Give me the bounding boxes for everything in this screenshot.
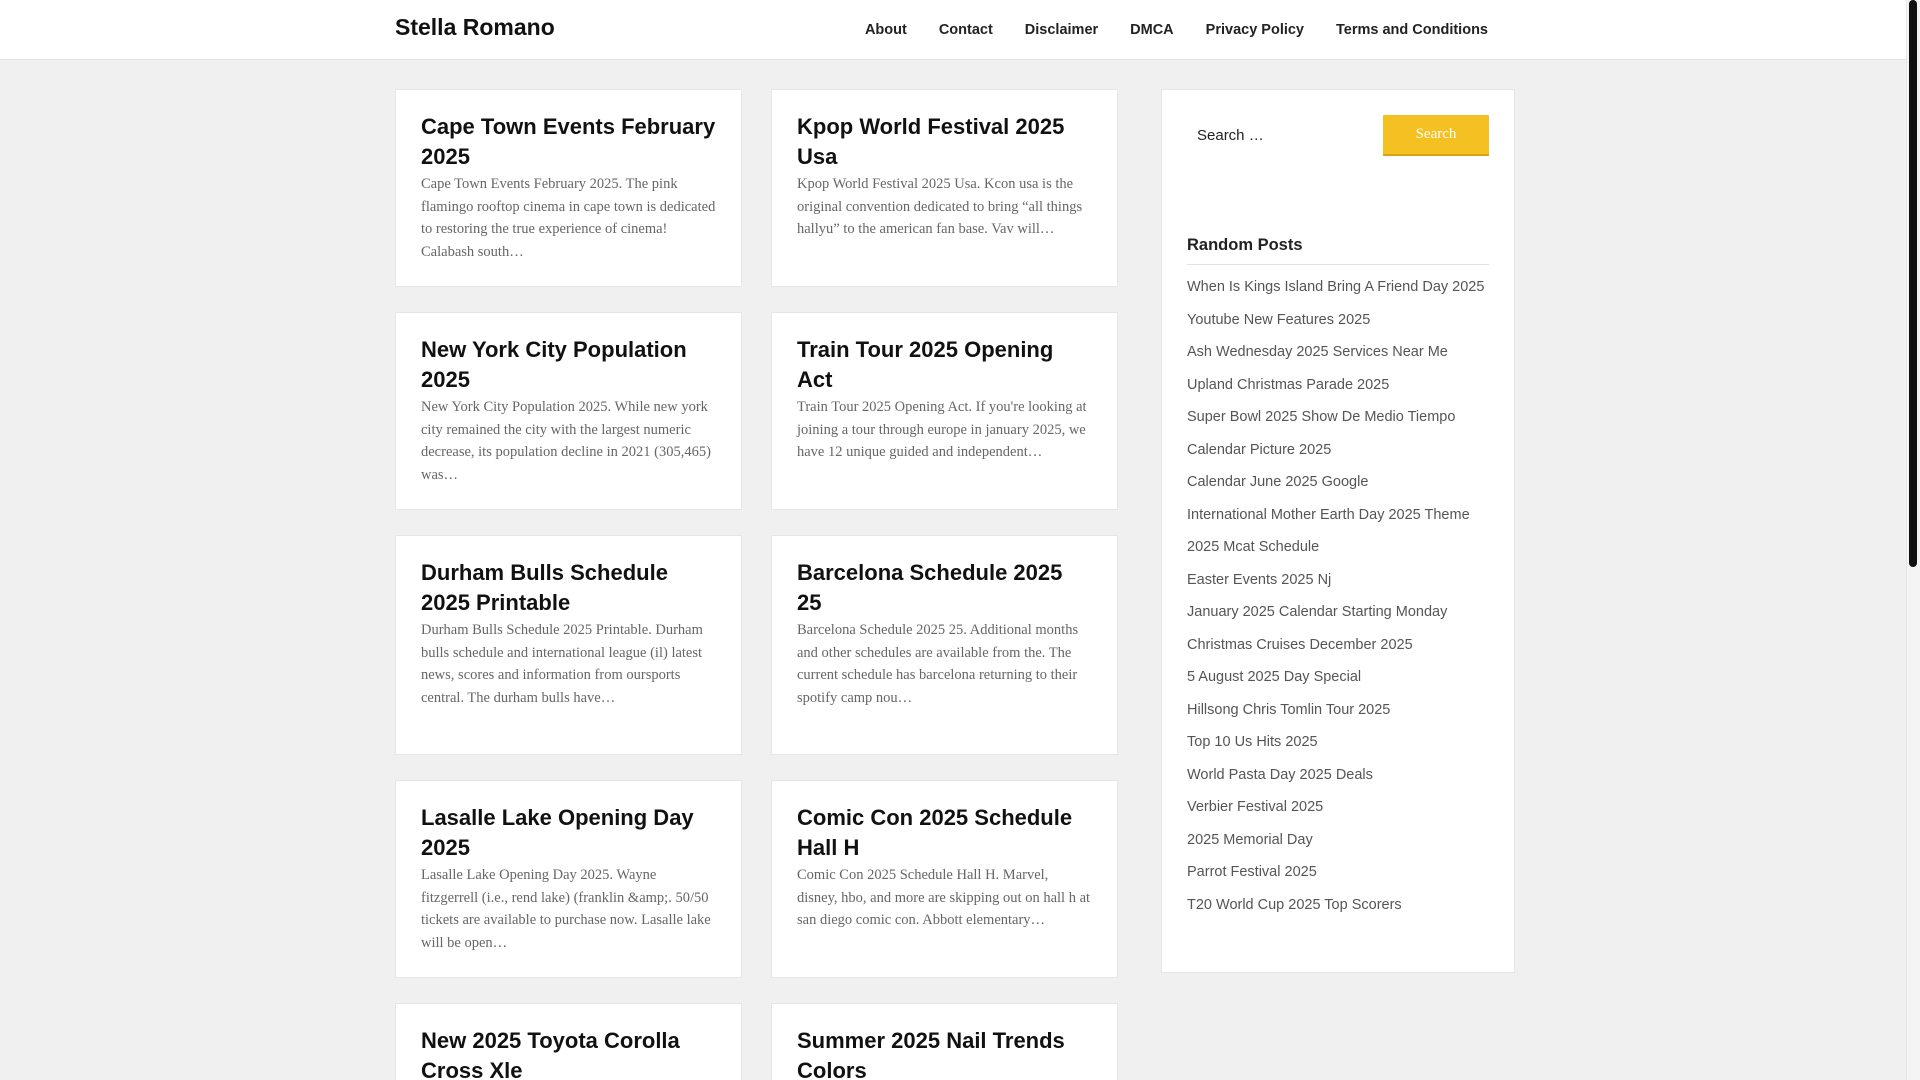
list-item: 2025 Memorial Day [1187, 829, 1489, 862]
list-item: January 2025 Calendar Starting Monday [1187, 601, 1489, 634]
post-title[interactable]: Summer 2025 Nail Trends Colors [797, 1026, 1092, 1080]
search-input[interactable] [1187, 115, 1372, 156]
random-post-link[interactable]: When Is Kings Island Bring A Friend Day … [1187, 279, 1484, 295]
random-post-link[interactable]: T20 World Cup 2025 Top Scorers [1187, 897, 1402, 913]
list-item: Youtube New Features 2025 [1187, 309, 1489, 342]
nav-privacy-policy[interactable]: Privacy Policy [1206, 22, 1304, 38]
main-nav: About Contact Disclaimer DMCA Privacy Po… [833, 0, 1488, 60]
post-excerpt: Comic Con 2025 Schedule Hall H. Marvel, … [797, 867, 1091, 928]
post-card: Cape Town Events February 2025 Cape Town… [395, 89, 742, 287]
random-post-link[interactable]: Easter Events 2025 Nj [1187, 572, 1331, 588]
post-card: Summer 2025 Nail Trends Colors [771, 1003, 1118, 1080]
random-post-link[interactable]: Calendar Picture 2025 [1187, 442, 1331, 458]
post-title[interactable]: Durham Bulls Schedule 2025 Printable [421, 558, 716, 618]
list-item: Top 10 Us Hits 2025 [1187, 731, 1489, 764]
random-posts-list: When Is Kings Island Bring A Friend Day … [1187, 276, 1489, 926]
site-title[interactable]: Stella Romano [395, 14, 555, 41]
nav-about[interactable]: About [865, 22, 907, 38]
list-item: Ash Wednesday 2025 Services Near Me [1187, 341, 1489, 374]
random-post-link[interactable]: Verbier Festival 2025 [1187, 799, 1323, 815]
post-title[interactable]: Cape Town Events February 2025 [421, 112, 716, 172]
post-excerpt: Durham Bulls Schedule 2025 Printable. Du… [421, 622, 703, 706]
list-item: T20 World Cup 2025 Top Scorers [1187, 894, 1489, 927]
post-excerpt: Lasalle Lake Opening Day 2025. Wayne fit… [421, 867, 711, 951]
post-excerpt: Barcelona Schedule 2025 25. Additional m… [797, 622, 1079, 706]
post-title[interactable]: Kpop World Festival 2025 Usa [797, 112, 1092, 172]
post-card: Lasalle Lake Opening Day 2025 Lasalle La… [395, 780, 742, 978]
random-post-link[interactable]: Upland Christmas Parade 2025 [1187, 377, 1389, 393]
list-item: Christmas Cruises December 2025 [1187, 634, 1489, 667]
post-card: Train Tour 2025 Opening Act Train Tour 2… [771, 312, 1118, 510]
scrollbar-thumb[interactable] [1909, 0, 1917, 567]
post-card: New 2025 Toyota Corolla Cross Xle [395, 1003, 742, 1080]
post-card: New York City Population 2025 New York C… [395, 312, 742, 510]
random-post-link[interactable]: Ash Wednesday 2025 Services Near Me [1187, 344, 1448, 360]
list-item: Calendar June 2025 Google [1187, 471, 1489, 504]
random-post-link[interactable]: January 2025 Calendar Starting Monday [1187, 604, 1447, 620]
nav-contact[interactable]: Contact [939, 22, 993, 38]
nav-dmca[interactable]: DMCA [1130, 22, 1174, 38]
nav-terms-and-conditions[interactable]: Terms and Conditions [1336, 22, 1488, 38]
random-post-link[interactable]: 2025 Memorial Day [1187, 832, 1313, 848]
post-title[interactable]: Barcelona Schedule 2025 25 [797, 558, 1092, 618]
post-excerpt: Cape Town Events February 2025. The pink… [421, 176, 716, 260]
list-item: 5 August 2025 Day Special [1187, 666, 1489, 699]
random-post-link[interactable]: World Pasta Day 2025 Deals [1187, 767, 1373, 783]
random-post-link[interactable]: Youtube New Features 2025 [1187, 312, 1370, 328]
post-card: Comic Con 2025 Schedule Hall H Comic Con… [771, 780, 1118, 978]
list-item: Super Bowl 2025 Show De Medio Tiempo [1187, 406, 1489, 439]
list-item: Upland Christmas Parade 2025 [1187, 374, 1489, 407]
random-post-link[interactable]: Top 10 Us Hits 2025 [1187, 734, 1318, 750]
search-form: Search [1187, 115, 1489, 156]
sidebar: Search Random Posts When Is Kings Island… [1161, 89, 1515, 973]
list-item: World Pasta Day 2025 Deals [1187, 764, 1489, 797]
random-post-link[interactable]: 2025 Mcat Schedule [1187, 539, 1319, 555]
random-post-link[interactable]: Christmas Cruises December 2025 [1187, 637, 1413, 653]
post-grid: Cape Town Events February 2025 Cape Town… [395, 89, 1118, 1080]
post-excerpt: Kpop World Festival 2025 Usa. Kcon usa i… [797, 176, 1083, 237]
nav-disclaimer[interactable]: Disclaimer [1025, 22, 1098, 38]
post-card: Kpop World Festival 2025 Usa Kpop World … [771, 89, 1118, 287]
page-scrollbar[interactable] [1906, 0, 1920, 1080]
post-card: Durham Bulls Schedule 2025 Printable Dur… [395, 535, 742, 755]
list-item: Calendar Picture 2025 [1187, 439, 1489, 472]
post-title[interactable]: Comic Con 2025 Schedule Hall H [797, 803, 1092, 863]
list-item: Parrot Festival 2025 [1187, 861, 1489, 894]
post-title[interactable]: New 2025 Toyota Corolla Cross Xle [421, 1026, 716, 1080]
random-post-link[interactable]: 5 August 2025 Day Special [1187, 669, 1361, 685]
post-title[interactable]: New York City Population 2025 [421, 335, 716, 395]
random-post-link[interactable]: International Mother Earth Day 2025 Them… [1187, 507, 1470, 523]
post-card: Barcelona Schedule 2025 25 Barcelona Sch… [771, 535, 1118, 755]
list-item: Hillsong Chris Tomlin Tour 2025 [1187, 699, 1489, 732]
random-post-link[interactable]: Calendar June 2025 Google [1187, 474, 1368, 490]
random-post-link[interactable]: Super Bowl 2025 Show De Medio Tiempo [1187, 409, 1455, 425]
random-post-link[interactable]: Hillsong Chris Tomlin Tour 2025 [1187, 702, 1390, 718]
list-item: Easter Events 2025 Nj [1187, 569, 1489, 602]
list-item: 2025 Mcat Schedule [1187, 536, 1489, 569]
list-item: When Is Kings Island Bring A Friend Day … [1187, 276, 1489, 309]
post-title[interactable]: Train Tour 2025 Opening Act [797, 335, 1092, 395]
list-item: Verbier Festival 2025 [1187, 796, 1489, 829]
post-excerpt: Train Tour 2025 Opening Act. If you're l… [797, 399, 1087, 460]
random-post-link[interactable]: Parrot Festival 2025 [1187, 864, 1317, 880]
search-button[interactable]: Search [1383, 115, 1489, 156]
post-excerpt: New York City Population 2025. While new… [421, 399, 711, 483]
list-item: International Mother Earth Day 2025 Them… [1187, 504, 1489, 537]
random-posts-title: Random Posts [1187, 236, 1489, 265]
site-header: Stella Romano About Contact Disclaimer D… [0, 0, 1906, 60]
post-title[interactable]: Lasalle Lake Opening Day 2025 [421, 803, 716, 863]
